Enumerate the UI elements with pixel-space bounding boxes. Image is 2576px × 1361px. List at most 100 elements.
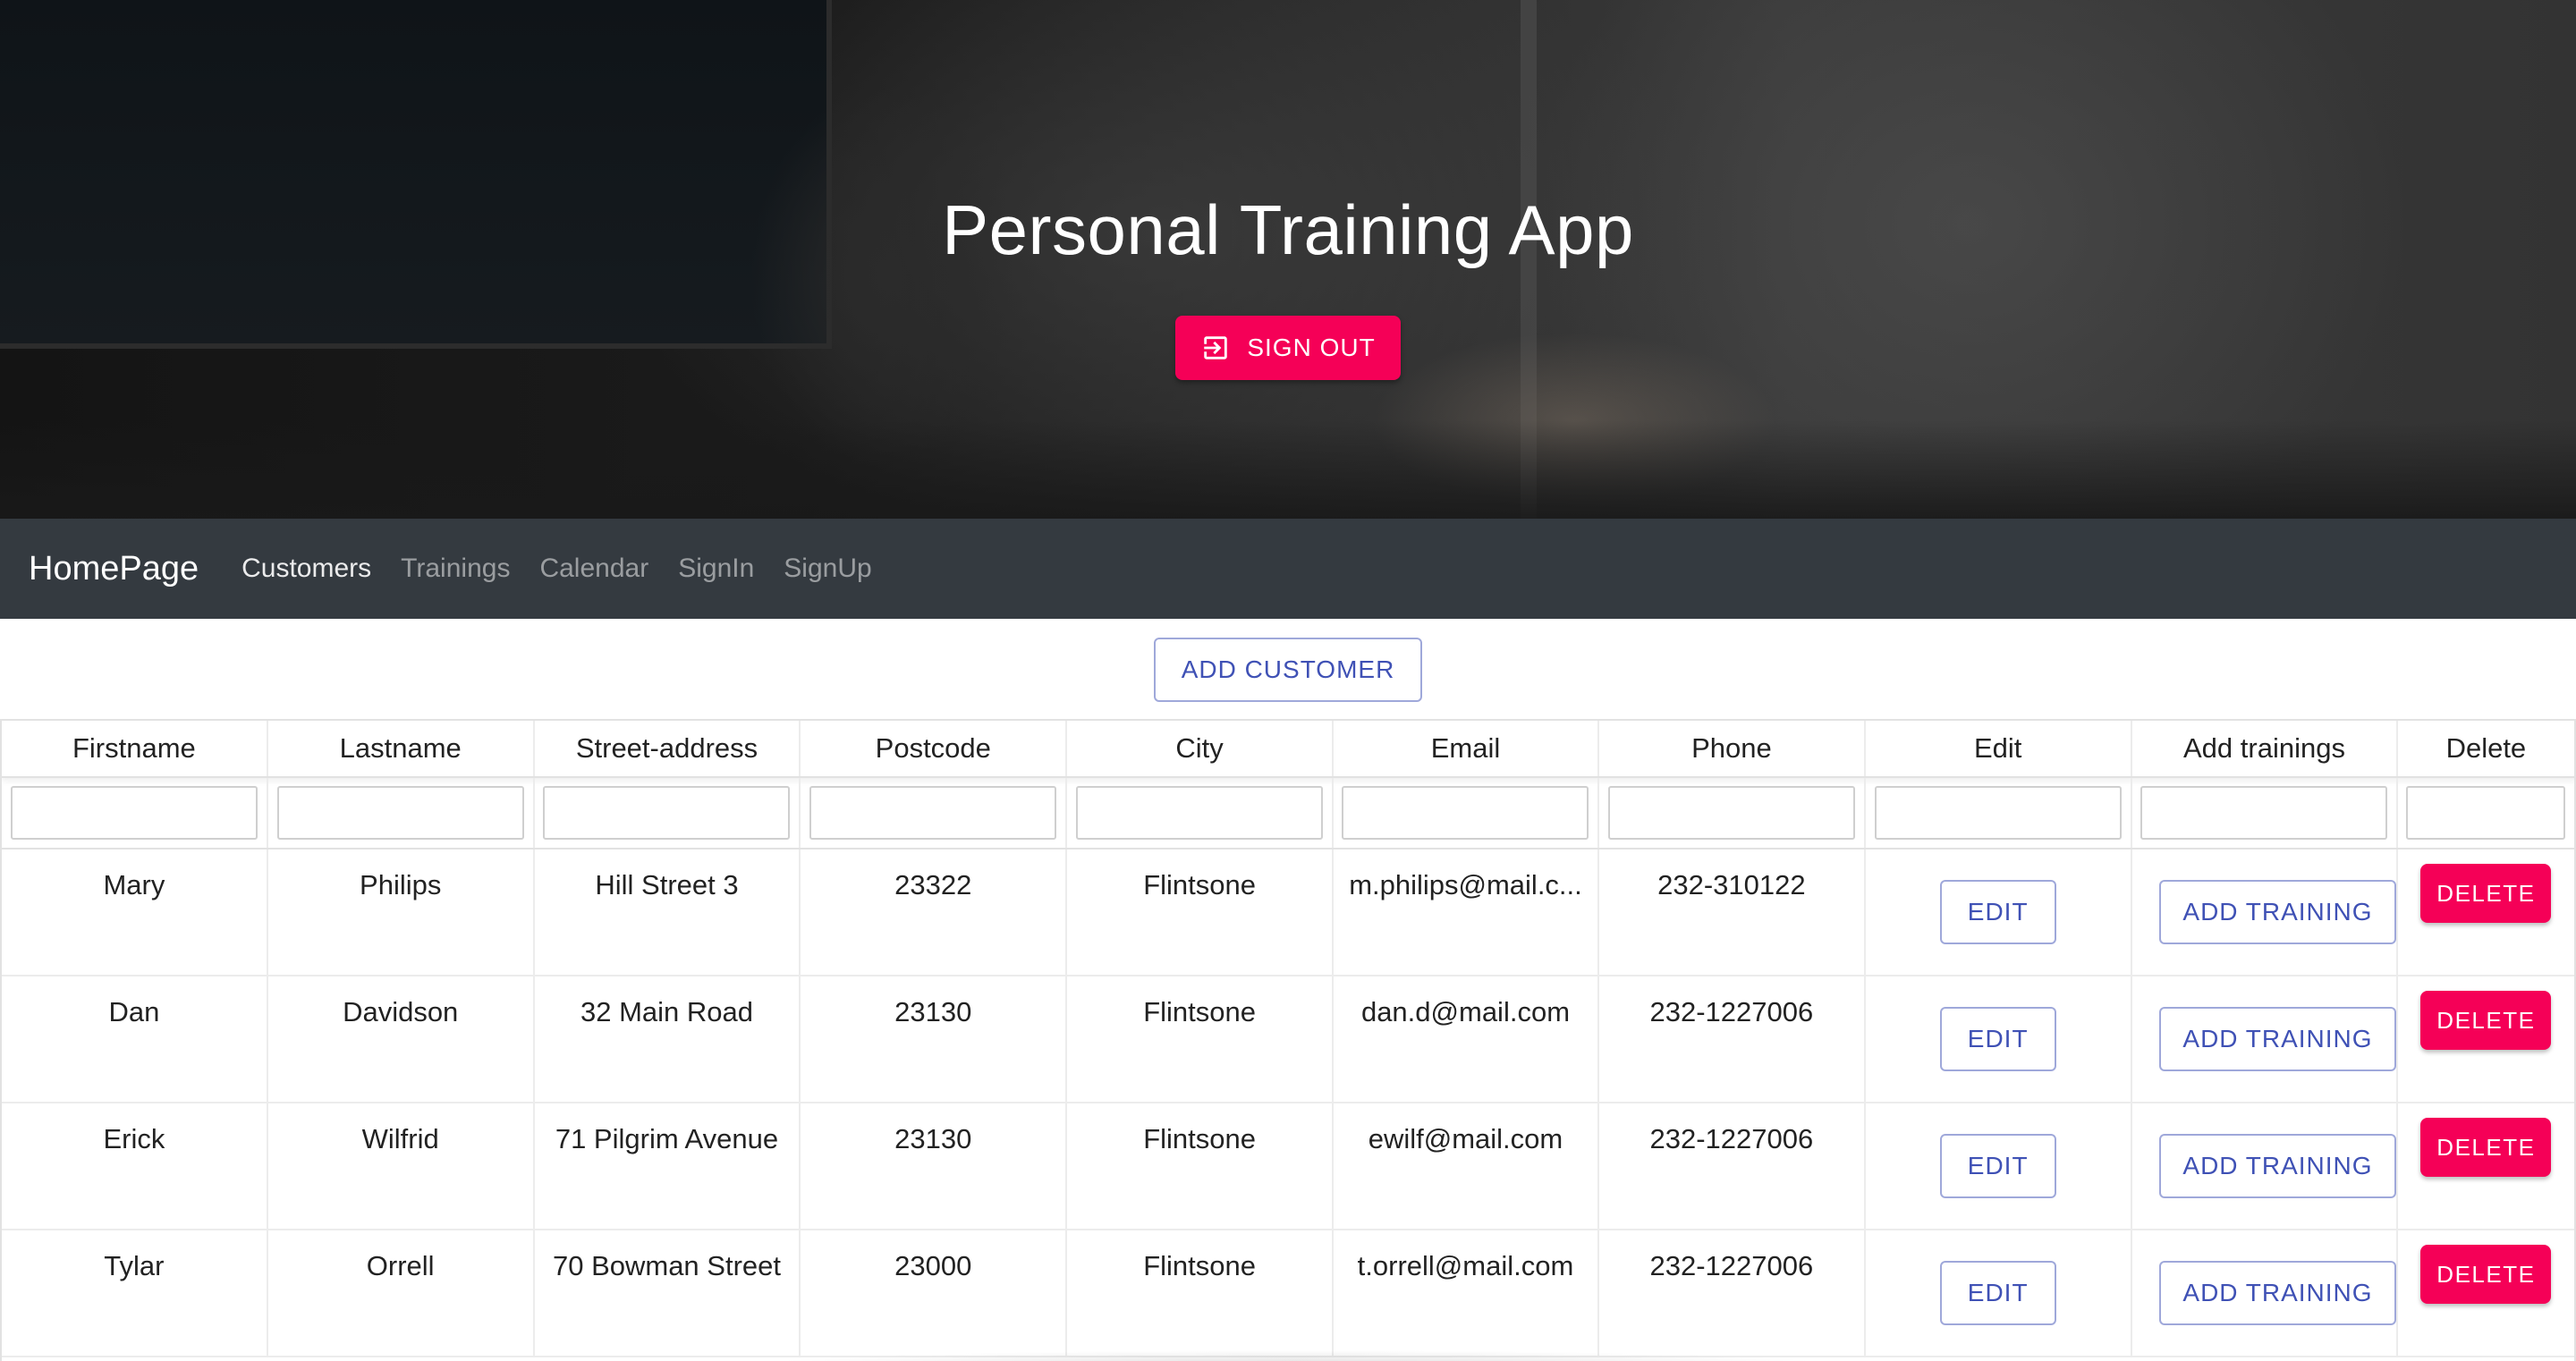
cell-postcode: 23130	[801, 976, 1068, 1102]
column-header-delete: Delete	[2445, 732, 2527, 764]
hero-floor	[0, 420, 2576, 519]
table-row: Erick Wilfrid 71 Pilgrim Avenue 23130 Fl…	[2, 1103, 2574, 1230]
sign-out-icon	[1204, 336, 1228, 359]
cell-city: Flintsone	[1067, 1230, 1334, 1356]
edit-button[interactable]: EDIT	[1939, 1007, 2056, 1071]
filter-input-email[interactable]	[1342, 786, 1589, 840]
nav-link-calendar[interactable]: Calendar	[539, 554, 648, 584]
filter-cell	[1599, 778, 1866, 848]
filter-input-phone[interactable]	[1607, 786, 1855, 840]
filter-cell	[1334, 778, 1599, 848]
add-training-button[interactable]: ADD TRAINING	[2158, 880, 2397, 944]
nav-link-customers[interactable]: Customers	[242, 554, 371, 584]
edit-button[interactable]: EDIT	[1939, 1261, 2056, 1325]
cell-firstname: Erick	[2, 1103, 268, 1229]
nav-link-signup[interactable]: SignUp	[784, 554, 871, 584]
table-row: Dan Davidson 32 Main Road 23130 Flintson…	[2, 976, 2574, 1103]
filter-cell	[1866, 778, 2132, 848]
column-header-lastname[interactable]: Lastname	[268, 721, 535, 776]
cell-postcode: 23130	[801, 1103, 1068, 1229]
filter-input-edit[interactable]	[1874, 786, 2122, 840]
cell-phone: 232-1227006	[1599, 976, 1866, 1102]
column-header-postcode[interactable]: Postcode	[801, 721, 1068, 776]
hero-banner: Personal Training App SIGN OUT	[0, 0, 2576, 519]
cell-lastname: Davidson	[268, 976, 535, 1102]
delete-button[interactable]: DELETE	[2420, 1118, 2552, 1177]
cell-firstname: Mary	[2, 850, 268, 975]
filter-cell	[2, 778, 268, 848]
column-header-phone[interactable]: Phone	[1599, 721, 1866, 776]
sign-out-button[interactable]: SIGN OUT	[1175, 316, 1401, 380]
column-header-firstname[interactable]: Firstname	[2, 721, 268, 776]
cell-postcode: 23000	[801, 1230, 1068, 1356]
cell-delete: DELETE	[2398, 1103, 2573, 1229]
filter-cell	[268, 778, 535, 848]
cell-add-training: ADD TRAINING	[2132, 1230, 2399, 1356]
cell-postcode: 23322	[801, 850, 1068, 975]
table-body: Mary Philips Hill Street 3 23322 Flintso…	[2, 850, 2574, 1357]
delete-button[interactable]: DELETE	[2420, 991, 2552, 1050]
filter-input-city[interactable]	[1076, 786, 1324, 840]
navbar-brand-homepage[interactable]: HomePage	[29, 550, 199, 588]
column-header-edit: Edit	[1866, 721, 2132, 776]
filter-cell	[535, 778, 801, 848]
cell-firstname: Tylar	[2, 1230, 268, 1356]
cell-edit: EDIT	[1866, 850, 2132, 975]
cell-phone: 232-1227006	[1599, 1103, 1866, 1229]
filter-input-delete[interactable]	[2406, 786, 2566, 840]
cell-lastname: Philips	[268, 850, 535, 975]
cell-lastname: Orrell	[268, 1230, 535, 1356]
cell-city: Flintsone	[1067, 1103, 1334, 1229]
table-bottom-shadow	[626, 1340, 1968, 1361]
cell-add-training: ADD TRAINING	[2132, 1103, 2399, 1229]
cell-firstname: Dan	[2, 976, 268, 1102]
cell-edit: EDIT	[1866, 1230, 2132, 1356]
cell-delete: DELETE	[2398, 976, 2573, 1102]
add-training-button[interactable]: ADD TRAINING	[2158, 1007, 2397, 1071]
cell-edit: EDIT	[1866, 976, 2132, 1102]
cell-city: Flintsone	[1067, 850, 1334, 975]
cell-edit: EDIT	[1866, 1103, 2132, 1229]
cell-delete: DELETE	[2398, 1230, 2573, 1356]
column-header-add-trainings: Add trainings	[2132, 721, 2399, 776]
sign-out-label: SIGN OUT	[1247, 334, 1376, 361]
table-header-row: Firstname Lastname Street-address Postco…	[2, 721, 2574, 778]
table-filter-row	[2, 778, 2574, 850]
filter-input-lastname[interactable]	[276, 786, 524, 840]
table-row: Mary Philips Hill Street 3 23322 Flintso…	[2, 850, 2574, 976]
cell-email: ewilf@mail.com	[1334, 1103, 1599, 1229]
cell-phone: 232-1227006	[1599, 1230, 1866, 1356]
filter-input-firstname[interactable]	[10, 786, 258, 840]
nav-link-trainings[interactable]: Trainings	[401, 554, 510, 584]
column-header-city[interactable]: City	[1067, 721, 1334, 776]
filter-input-postcode[interactable]	[809, 786, 1057, 840]
edit-button[interactable]: EDIT	[1939, 1134, 2056, 1198]
cell-email: t.orrell@mail.com	[1334, 1230, 1599, 1356]
cell-street-address: 71 Pilgrim Avenue	[535, 1103, 801, 1229]
add-training-button[interactable]: ADD TRAINING	[2158, 1261, 2397, 1325]
cell-email: m.philips@mail.c...	[1334, 850, 1599, 975]
filter-input-street-address[interactable]	[543, 786, 791, 840]
cell-add-training: ADD TRAINING	[2132, 976, 2399, 1102]
cell-city: Flintsone	[1067, 976, 1334, 1102]
filter-cell	[801, 778, 1068, 848]
filter-cell	[2398, 778, 2573, 848]
customers-table: Firstname Lastname Street-address Postco…	[0, 719, 2576, 1361]
column-header-street-address[interactable]: Street-address	[535, 721, 801, 776]
cell-lastname: Wilfrid	[268, 1103, 535, 1229]
page-title: Personal Training App	[942, 190, 1634, 269]
filter-input-add-trainings[interactable]	[2140, 786, 2388, 840]
filter-cell	[1067, 778, 1334, 848]
add-training-button[interactable]: ADD TRAINING	[2158, 1134, 2397, 1198]
edit-button[interactable]: EDIT	[1939, 880, 2056, 944]
cell-street-address: 32 Main Road	[535, 976, 801, 1102]
cell-street-address: 70 Bowman Street	[535, 1230, 801, 1356]
nav-link-signin[interactable]: SignIn	[678, 554, 754, 584]
column-header-email[interactable]: Email	[1334, 721, 1599, 776]
table-row: Tylar Orrell 70 Bowman Street 23000 Flin…	[2, 1230, 2574, 1357]
cell-street-address: Hill Street 3	[535, 850, 801, 975]
cell-email: dan.d@mail.com	[1334, 976, 1599, 1102]
delete-button[interactable]: DELETE	[2420, 864, 2552, 923]
add-customer-button[interactable]: ADD CUSTOMER	[1154, 638, 1422, 702]
delete-button[interactable]: DELETE	[2420, 1245, 2552, 1304]
